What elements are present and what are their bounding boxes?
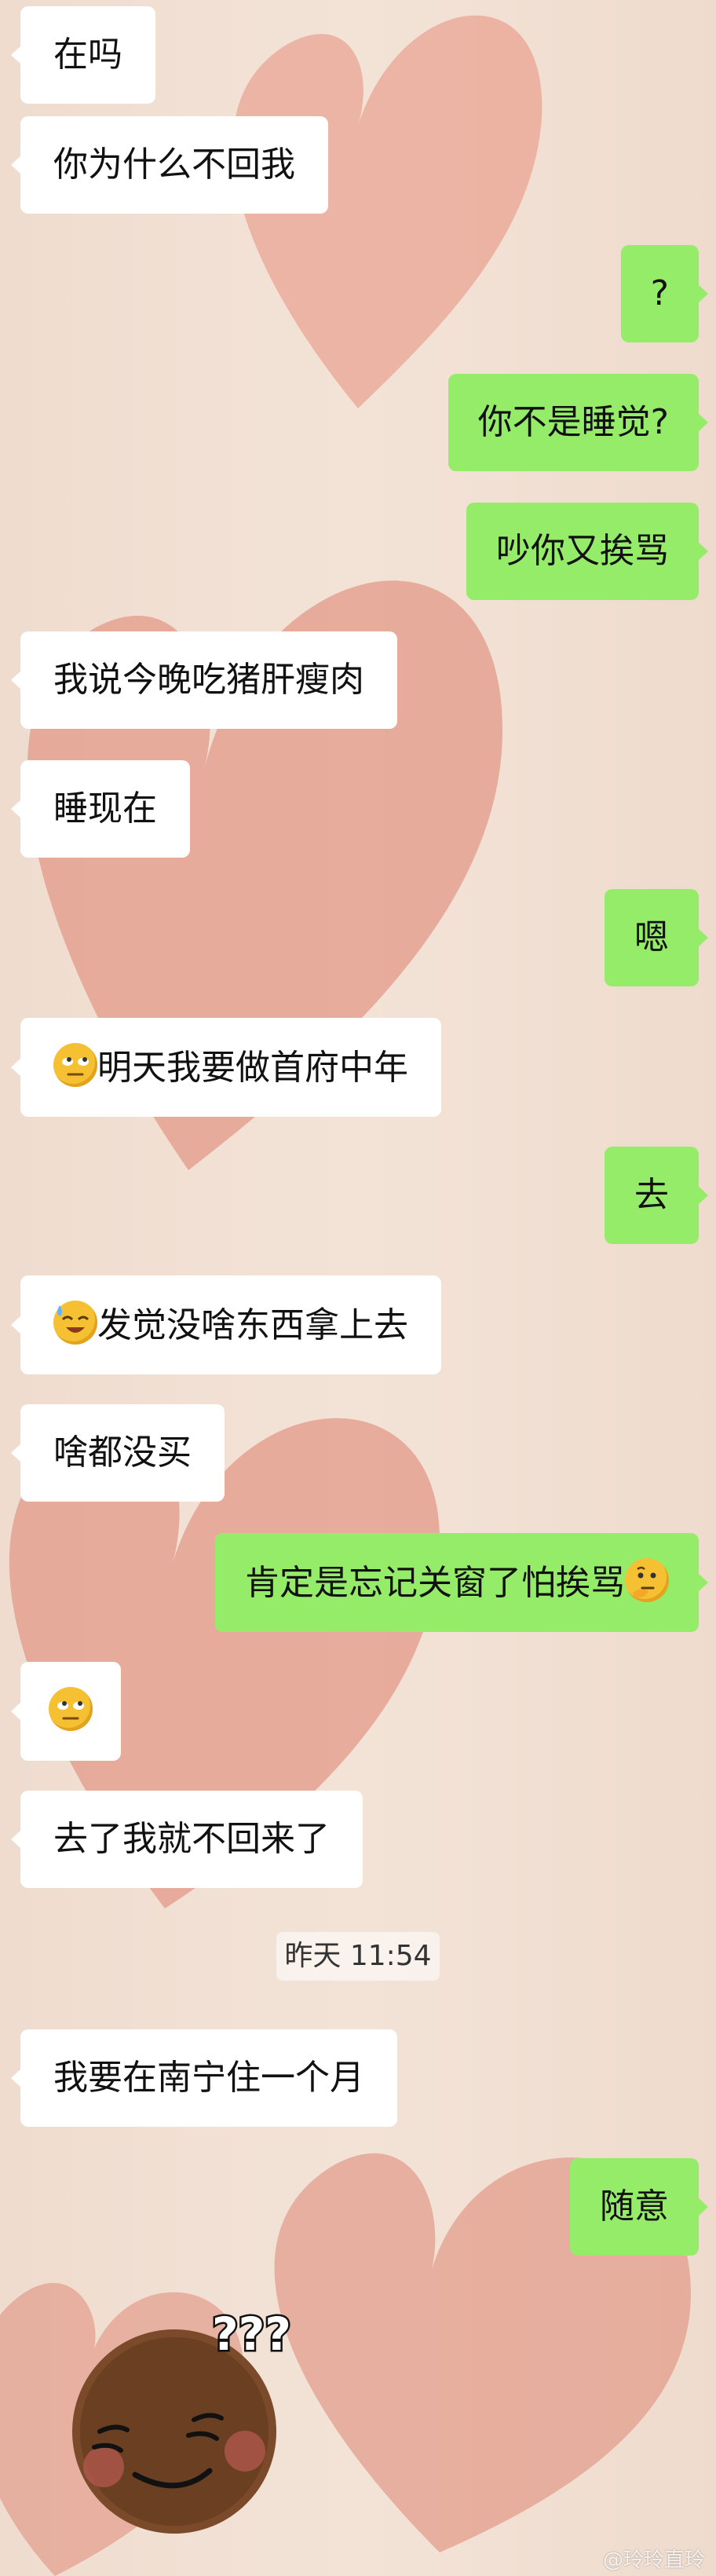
message-text: 吵你又挨骂 [496,531,669,571]
message-text: 我说今晚吃猪肝瘦肉 [53,660,364,700]
outgoing-message-bubble[interactable]: 吵你又挨骂 [466,503,708,600]
sweat-smile-emoji [53,1301,97,1345]
message-text: 睡现在 [53,789,157,829]
watermark: @玲玲直玲 [602,2549,705,2572]
message-text: 发觉没啥东西拿上去 [97,1305,408,1345]
sticker-caption: ??? [212,2307,291,2361]
message-text: 啥都没买 [53,1433,192,1473]
incoming-message-bubble[interactable]: 你为什么不回我 [11,116,328,214]
message-text: 你不是睡觉? [477,402,669,442]
incoming-message-bubble[interactable]: 明天我要做首府中年 [11,1018,441,1117]
message-text: 明天我要做首府中年 [97,1048,408,1088]
smiling-face-sticker: ??? [72,2306,293,2534]
message-text: 随意 [600,2186,669,2227]
timestamp: 昨天 11:54 [276,1932,440,1981]
message-text: 你为什么不回我 [53,145,295,185]
thinking-emoji [625,1558,669,1602]
eye-roll-emoji [53,1043,97,1087]
incoming-message-bubble[interactable] [11,1662,121,1761]
outgoing-message-bubble[interactable]: 嗯 [605,889,708,986]
incoming-message-bubble[interactable]: 我要在南宁住一个月 [11,2029,397,2127]
message-text: ? [650,273,669,313]
message-text: 去了我就不回来了 [53,1819,330,1859]
incoming-message-bubble[interactable]: 我说今晚吃猪肝瘦肉 [11,631,397,729]
sticker-message[interactable]: ??? [57,2298,293,2534]
incoming-message-bubble[interactable]: 啥都没买 [11,1404,225,1502]
outgoing-message-bubble[interactable]: 肯定是忘记关窗了怕挨骂 [215,1533,708,1632]
message-text: 我要在南宁住一个月 [53,2058,364,2098]
outgoing-message-bubble[interactable]: 你不是睡觉? [448,374,709,471]
outgoing-message-bubble[interactable]: 去 [605,1147,708,1244]
message-text: 去 [634,1175,669,1215]
eye-roll-emoji [49,1687,93,1731]
outgoing-message-bubble[interactable]: 随意 [570,2158,708,2256]
incoming-message-bubble[interactable]: 发觉没啥东西拿上去 [11,1275,441,1374]
incoming-message-bubble[interactable]: 在吗 [11,6,155,104]
message-text: 肯定是忘记关窗了怕挨骂 [245,1563,625,1603]
message-text: 嗯 [634,917,669,957]
message-text: 在吗 [53,35,122,75]
outgoing-message-bubble[interactable]: ? [620,245,709,342]
incoming-message-bubble[interactable]: 睡现在 [11,760,190,858]
incoming-message-bubble[interactable]: 去了我就不回来了 [11,1791,363,1888]
